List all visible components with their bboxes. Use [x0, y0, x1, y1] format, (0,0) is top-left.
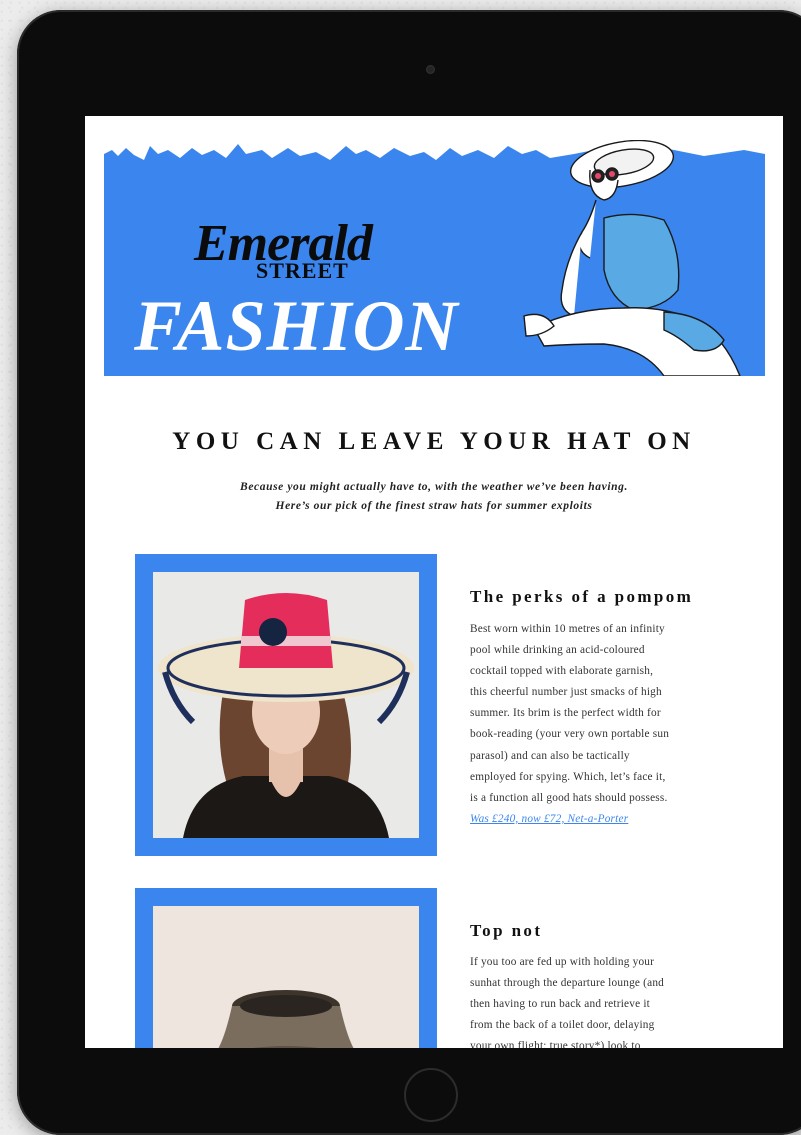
body-line: is a function all good hats should posse…	[470, 791, 668, 804]
item-title: Top not	[470, 921, 543, 940]
body-line: Best worn within 10 metres of an infinit…	[470, 623, 665, 635]
brand-logo-street: STREET	[256, 258, 349, 283]
body-line: book-reading (your very own portable sun	[470, 728, 670, 741]
body-line: sunhat through the departure lounge (and	[470, 977, 665, 990]
product-image-frame[interactable]	[135, 888, 437, 1048]
product-image-frame[interactable]	[135, 554, 437, 856]
email-screen: Emerald STREET FASHION YOU CAN LEAVE YOU…	[85, 116, 783, 1048]
body-line: this cheerful number just smacks of high	[470, 686, 662, 699]
intro-line: Because you might actually have to, with…	[240, 481, 628, 493]
front-camera	[426, 65, 435, 74]
home-button[interactable]	[404, 1068, 458, 1122]
header-banner: Emerald STREET FASHION	[104, 140, 765, 376]
product-photo-visor-hat	[153, 906, 419, 1048]
body-line: your own flight; true story*) look to	[470, 1040, 641, 1048]
body-line: summer. Its brim is the perfect width fo…	[470, 707, 661, 720]
body-line: If you too are fed up with holding your	[470, 956, 655, 968]
body-line: cocktail topped with elaborate garnish,	[470, 665, 654, 678]
item-title: The perks of a pompom	[470, 587, 694, 606]
item-description: Best worn within 10 metres of an infinit…	[470, 619, 732, 830]
article-intro: Because you might actually have to, with…	[145, 478, 723, 516]
body-line: employed for spying. Which, let’s face i…	[470, 770, 666, 783]
body-line: parasol) and can also be tactically	[470, 749, 630, 762]
body-line: then having to run back and retrieve it	[470, 998, 651, 1011]
price-link[interactable]: Was £240, now £72, Net-a-Porter	[470, 813, 628, 825]
tablet-device: Emerald STREET FASHION YOU CAN LEAVE YOU…	[17, 10, 801, 1135]
section-title: FASHION	[134, 286, 459, 366]
body-line: pool while drinking an acid-coloured	[470, 644, 645, 657]
product-photo-pompom-hat	[153, 572, 419, 838]
article-headline: YOU CAN LEAVE YOUR HAT ON	[172, 428, 696, 455]
body-line: from the back of a toilet door, delaying	[470, 1019, 655, 1032]
intro-line: Here’s our pick of the finest straw hats…	[275, 500, 593, 512]
item-description: If you too are fed up with holding your …	[470, 952, 732, 1048]
